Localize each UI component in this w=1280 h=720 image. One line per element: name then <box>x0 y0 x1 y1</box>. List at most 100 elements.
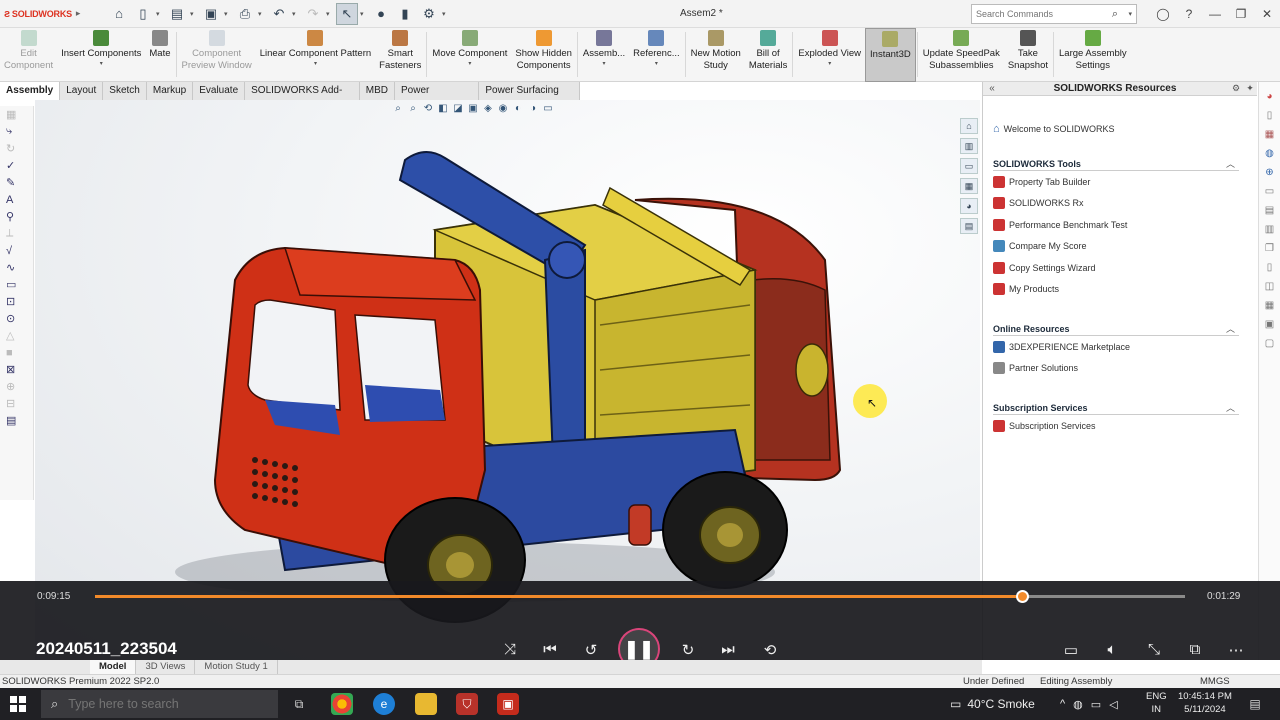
chevron-down-icon[interactable]: ▾ <box>190 10 198 18</box>
spline-tool-icon[interactable]: ∿ <box>0 259 33 276</box>
tray-overflow-icon[interactable]: ^ <box>1060 698 1065 710</box>
sketch-line-icon[interactable]: √ <box>0 242 33 259</box>
texture-icon[interactable]: ▦ <box>1263 128 1277 142</box>
chevron-down-icon[interactable]: ▾ <box>314 60 317 68</box>
resource-link-performance-benchmark-test[interactable]: Performance Benchmark Test <box>993 214 1239 236</box>
check-tool-icon[interactable]: ✓ <box>0 157 33 174</box>
appearance-ball-icon[interactable]: ◕ <box>1263 90 1277 104</box>
select-arrow-icon[interactable]: ↖ <box>336 2 358 25</box>
update-speedpak-button[interactable]: Update SpeedPak Subassemblies <box>919 28 1004 82</box>
section-header[interactable]: Subscription Services ︿ <box>993 401 1239 415</box>
taskbar-search[interactable]: ⌕ <box>41 690 278 718</box>
bill-of-materials-button[interactable]: Bill of Materials <box>745 28 792 82</box>
tab-markup[interactable]: Markup <box>146 82 194 100</box>
warning-tool-icon[interactable]: △ <box>0 327 33 344</box>
unit-system[interactable]: MMGS <box>1200 676 1230 687</box>
home-icon[interactable]: ⌂ <box>108 3 130 25</box>
tab-mbd[interactable]: MBD <box>359 82 396 100</box>
rewind-10-icon[interactable]: ↺ <box>578 641 604 659</box>
image-tool-icon[interactable]: ⊠ <box>0 361 33 378</box>
repeat-icon[interactable]: ⟲ <box>757 641 783 659</box>
search-commands-input[interactable] <box>976 9 1096 19</box>
reference-button[interactable]: Referenc... ▾ <box>629 28 683 82</box>
battery-icon[interactable]: ▭ <box>1091 698 1101 711</box>
model-tab-model[interactable]: Model <box>90 660 137 674</box>
tab-power-surfacing[interactable]: Power Surfacing <box>395 82 480 113</box>
resource-link-copy-settings-wizard[interactable]: Copy Settings Wizard <box>993 257 1239 279</box>
chevron-down-icon[interactable]: ▾ <box>292 10 300 18</box>
section-header[interactable]: Online Resources ︿ <box>993 322 1239 336</box>
chrome-icon[interactable] <box>331 693 353 715</box>
chevron-down-icon[interactable]: ▾ <box>442 10 450 18</box>
panel-icon[interactable]: ▢ <box>1263 337 1277 351</box>
table-tool-icon[interactable]: ⊟ <box>0 395 33 412</box>
take-snapshot-button[interactable]: Take Snapshot <box>1004 28 1052 82</box>
show-hidden-components-button[interactable]: Show Hidden Components <box>511 28 576 82</box>
chevron-down-icon[interactable]: ▾ <box>224 10 232 18</box>
seek-bar-handle[interactable] <box>1015 590 1029 603</box>
pen-tool-icon[interactable]: ✎ <box>0 174 33 191</box>
user-icon[interactable]: ◯ <box>1150 7 1176 21</box>
solidworks-taskbar-icon[interactable]: ▣ <box>497 693 519 715</box>
captions-icon[interactable]: ▭ <box>1058 641 1084 659</box>
security-shield-icon[interactable]: ⛉ <box>456 693 478 715</box>
notifications-icon[interactable]: ▤ <box>1244 693 1266 715</box>
chevron-down-icon[interactable]: ▾ <box>468 60 471 68</box>
view-palette-icon[interactable]: ▦ <box>960 178 978 194</box>
chevron-down-icon[interactable]: ▾ <box>655 60 658 68</box>
resource-link-subscription-services[interactable]: Subscription Services <box>993 415 1239 437</box>
close-icon[interactable]: ✕ <box>1254 7 1280 21</box>
forward-30-icon[interactable]: ↻ <box>675 641 701 659</box>
globe-icon[interactable]: ◍ <box>1263 147 1277 161</box>
component-preview-window-button[interactable]: Component Preview Window <box>178 28 256 82</box>
large-assembly-settings-button[interactable]: Large Assembly Settings <box>1055 28 1131 82</box>
file-explorer-icon[interactable] <box>415 693 437 715</box>
task-view-icon[interactable]: ⧉ <box>288 693 310 715</box>
custom-properties-icon[interactable]: ▤ <box>960 218 978 234</box>
edit-component-tool-icon[interactable]: ▦ <box>0 106 33 123</box>
folder-icon[interactable]: ▭ <box>1263 185 1277 199</box>
move-tool-icon[interactable]: ⤷ <box>0 123 33 140</box>
insert-components-button[interactable]: Insert Components ▾ <box>57 28 145 82</box>
resource-link-compare-my-score[interactable]: Compare My Score <box>993 236 1239 258</box>
help-icon[interactable]: ? <box>1176 7 1202 21</box>
chevron-down-icon[interactable]: ▾ <box>1128 10 1132 18</box>
print-icon[interactable]: ⎙ <box>234 3 256 25</box>
design-library-icon[interactable]: ▥ <box>960 138 978 154</box>
search-tool-icon[interactable]: ⊙ <box>0 310 33 327</box>
grid-icon[interactable]: ▦ <box>1263 299 1277 313</box>
undo-icon[interactable]: ↶ <box>268 3 290 25</box>
chevron-up-icon[interactable]: ︿ <box>1226 157 1235 170</box>
taskbar-search-input[interactable] <box>68 697 249 711</box>
calculator-tool-icon[interactable]: ▤ <box>0 412 33 429</box>
smart-fasteners-button[interactable]: Smart Fasteners <box>375 28 425 82</box>
network-icon[interactable]: ⊕ <box>1263 166 1277 180</box>
new-motion-study-button[interactable]: New Motion Study <box>687 28 745 82</box>
mate-button[interactable]: Mate <box>145 28 174 82</box>
weather-widget[interactable]: ▭ 40°C Smoke <box>950 688 1035 720</box>
menu-expand-icon[interactable]: ▸ <box>76 8 81 19</box>
search-commands-box[interactable]: ⌕ ▾ <box>971 4 1137 24</box>
instant3d-button[interactable]: Instant3D <box>865 28 916 82</box>
edit-component-button[interactable]: Edit Component <box>0 28 57 82</box>
resource-link-partner-solutions[interactable]: Partner Solutions <box>993 358 1239 380</box>
graphics-viewport[interactable]: ⌕ ⌕ ⟲ ◧ ◪ ▣ ◈ ◉ ◐ ◑ ▭ ▯ ▯ — ❐ ✕ <box>35 100 980 660</box>
pages-icon[interactable]: ▯ <box>1263 261 1277 275</box>
linear-component-pattern-button[interactable]: Linear Component Pattern ▾ <box>256 28 375 82</box>
panel-options-icon[interactable]: ⚙ <box>1229 83 1243 94</box>
cube-icon[interactable]: ◫ <box>1263 280 1277 294</box>
stack-icon[interactable]: ▤ <box>1263 204 1277 218</box>
toy-truck-model[interactable] <box>35 100 980 660</box>
chevron-down-icon[interactable]: ▾ <box>360 10 368 18</box>
chevron-down-icon[interactable]: ▾ <box>603 60 606 68</box>
resource-link-3dexperience-marketplace[interactable]: 3DEXPERIENCE Marketplace <box>993 336 1239 358</box>
chevron-down-icon[interactable]: ▾ <box>156 10 164 18</box>
redo-icon[interactable]: ↷ <box>302 3 324 25</box>
new-document-icon[interactable]: ▯ <box>132 3 154 25</box>
minimize-icon[interactable]: — <box>1202 7 1228 21</box>
options-gear-icon[interactable]: ⚙ <box>418 3 440 25</box>
collapse-panel-icon[interactable]: « <box>983 83 1001 94</box>
tab-power-surfacing-re[interactable]: Power Surfacing RE <box>479 82 580 113</box>
document-icon[interactable]: ▯ <box>1263 109 1277 123</box>
tab-layout[interactable]: Layout <box>60 82 104 100</box>
